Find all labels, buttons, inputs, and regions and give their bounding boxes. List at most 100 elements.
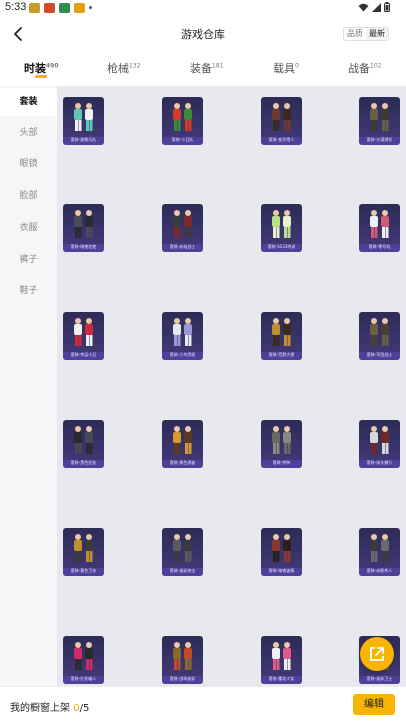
status-bar: 5:33 bbox=[0, 0, 406, 16]
outfit-thumbnail-icon bbox=[74, 210, 93, 238]
outfit-name: 套装-黄色卫衣 bbox=[70, 568, 97, 573]
outfit-card[interactable]: 套装-荒野大镖 bbox=[261, 312, 302, 360]
outfit-thumbnail-icon bbox=[173, 103, 192, 131]
tab-label: 枪械 bbox=[107, 62, 129, 75]
edit-button[interactable]: 编辑 bbox=[353, 694, 395, 715]
outfit-name: 套装-暗夜信使 bbox=[70, 244, 97, 249]
showcase-status: 我的橱窗上架 0/5 bbox=[10, 699, 89, 714]
sidebar-item-glasses[interactable]: 眼镜 bbox=[0, 150, 57, 178]
sort-toggle[interactable]: 品质 最新 bbox=[343, 27, 389, 41]
outfit-card[interactable]: 套装-赤影杀人 bbox=[359, 528, 400, 576]
tab-fashion[interactable]: 时装490 bbox=[24, 60, 59, 76]
app-notification-icon bbox=[74, 3, 85, 13]
tab-firearms[interactable]: 枪械132 bbox=[107, 60, 140, 76]
sidebar-item-clothes[interactable]: 衣服 bbox=[0, 214, 57, 242]
top-app-bar: 游戏仓库 品质 最新 bbox=[0, 18, 406, 50]
outfit-thumbnail-icon bbox=[173, 426, 192, 454]
tab-count: 490 bbox=[46, 62, 59, 70]
sort-option-newest[interactable]: 最新 bbox=[366, 28, 388, 40]
app-notification-icon bbox=[44, 3, 55, 13]
outfit-name: 套装-战场迷彩 bbox=[169, 676, 196, 681]
tab-count: 0 bbox=[295, 62, 299, 70]
tab-count: 181 bbox=[212, 62, 224, 70]
outfit-card[interactable]: 套装-特种 bbox=[261, 420, 302, 468]
outfit-thumbnail-icon bbox=[74, 426, 93, 454]
showcase-max-count: 5 bbox=[82, 703, 90, 714]
outfit-card[interactable]: 套装-零号机 bbox=[359, 204, 400, 252]
outfit-thumbnail-icon bbox=[272, 534, 291, 562]
outfit-thumbnail-icon bbox=[370, 534, 389, 562]
tab-label: 装备 bbox=[190, 62, 212, 75]
outfit-card[interactable]: 套装-黑色狂徒 bbox=[63, 420, 104, 468]
outfit-name: 套装-小丑队 bbox=[171, 137, 194, 142]
tab-label: 战备 bbox=[348, 62, 370, 75]
outfit-card[interactable]: 套装-小丑队 bbox=[162, 97, 203, 145]
outfit-name: 套装-暗夜迷情 bbox=[268, 568, 295, 573]
showcase-footer: 我的橱窗上架 0/5 编辑 bbox=[0, 686, 406, 722]
app-screen: 5:33 游戏仓库 品质 最新 时装490 枪械132 装备181 载具0 战备… bbox=[0, 0, 406, 722]
outfit-name: 套装-沙漠潜伏 bbox=[366, 137, 393, 142]
outfit-thumbnail-icon bbox=[272, 103, 291, 131]
tab-vehicles[interactable]: 载具0 bbox=[273, 60, 299, 76]
share-fab-button[interactable] bbox=[360, 637, 394, 671]
outfit-card[interactable]: 套装-暗夜信使 bbox=[63, 204, 104, 252]
sidebar-item-pants[interactable]: 裤子 bbox=[0, 246, 57, 274]
outfit-name: 套装-幸运小丑 bbox=[70, 352, 97, 357]
outfit-thumbnail-icon bbox=[272, 210, 291, 238]
outfit-card[interactable]: 套装-赤焰战士 bbox=[162, 204, 203, 252]
showcase-label: 我的橱窗上架 bbox=[10, 703, 74, 714]
tab-label: 时装 bbox=[24, 62, 46, 75]
outfit-card[interactable]: 套装-变异猎人 bbox=[261, 97, 302, 145]
outfit-name: 套装-变异猎人 bbox=[268, 137, 295, 142]
outfit-card[interactable]: 套装-黄色卫衣 bbox=[63, 528, 104, 576]
outfit-card[interactable]: 套装-军团战士 bbox=[359, 312, 400, 360]
more-notifications-dot-icon bbox=[89, 6, 92, 9]
outfit-name: 套装-小鸟伊丽 bbox=[169, 352, 196, 357]
outfit-thumbnail-icon bbox=[74, 103, 93, 131]
outfit-card[interactable]: 套装-小鸟伊丽 bbox=[162, 312, 203, 360]
subcategory-sidebar: 套装 头部 眼镜 脸部 衣服 裤子 鞋子 bbox=[0, 86, 57, 686]
outfit-thumbnail-icon bbox=[370, 318, 389, 346]
outfit-card[interactable]: 套装-樱花少女 bbox=[261, 636, 302, 684]
category-tabs: 时装490 枪械132 装备181 载具0 战备102 bbox=[0, 56, 406, 84]
outfit-name: 套装-甜蜜乐队 bbox=[70, 137, 97, 142]
outfit-card[interactable]: 套装-战场迷彩 bbox=[162, 636, 203, 684]
outfit-name: 套装-SS33特训 bbox=[267, 244, 296, 249]
tab-combat-supplies[interactable]: 战备102 bbox=[348, 60, 381, 76]
tab-equipment[interactable]: 装备181 bbox=[190, 60, 223, 76]
outfit-name: 套装-迷彩卫士 bbox=[366, 676, 393, 681]
outfit-thumbnail-icon bbox=[173, 534, 192, 562]
sidebar-item-outfit[interactable]: 套装 bbox=[0, 88, 57, 116]
tab-count: 102 bbox=[370, 62, 382, 70]
outfit-thumbnail-icon bbox=[272, 642, 291, 670]
outfit-name: 套装-赤影杀人 bbox=[366, 568, 393, 573]
outfit-card[interactable]: 套装-暗夜迷情 bbox=[261, 528, 302, 576]
tab-label: 载具 bbox=[273, 62, 295, 75]
outfit-thumbnail-icon bbox=[272, 318, 291, 346]
outfit-name: 套装-特种 bbox=[272, 460, 291, 465]
outfit-card[interactable]: 套装-幸运小丑 bbox=[63, 312, 104, 360]
outfit-card[interactable]: 套装-沙漠潜伏 bbox=[359, 97, 400, 145]
sidebar-item-head[interactable]: 头部 bbox=[0, 119, 57, 147]
outfit-card[interactable]: 套装-街头霸行 bbox=[359, 420, 400, 468]
outfit-card[interactable]: 套装-红花幽人 bbox=[63, 636, 104, 684]
outfit-card[interactable]: 套装-甜蜜乐队 bbox=[63, 97, 104, 145]
outfit-card[interactable]: 套装-SS33特训 bbox=[261, 204, 302, 252]
outfit-name: 套装-零号机 bbox=[368, 244, 391, 249]
signal-icon bbox=[372, 2, 381, 12]
active-tab-indicator bbox=[35, 75, 47, 78]
outfit-card[interactable]: 套装-黄色潜者 bbox=[162, 420, 203, 468]
outfit-name: 套装-樱花少女 bbox=[268, 676, 295, 681]
sidebar-item-shoes[interactable]: 鞋子 bbox=[0, 277, 57, 305]
wifi-icon bbox=[358, 3, 369, 11]
share-export-icon bbox=[370, 647, 384, 661]
item-grid: 套装-甜蜜乐队 套装-小丑队 套装-变异猎人 套装-沙漠潜伏套装-暗夜信使 套装-赤焰战… bbox=[57, 86, 406, 686]
sidebar-item-face[interactable]: 脸部 bbox=[0, 182, 57, 210]
outfit-thumbnail-icon bbox=[74, 534, 93, 562]
outfit-thumbnail-icon bbox=[370, 103, 389, 131]
outfit-card[interactable]: 套装-迷彩突击 bbox=[162, 528, 203, 576]
outfit-name: 套装-赤焰战士 bbox=[169, 244, 196, 249]
sort-option-quality[interactable]: 品质 bbox=[344, 28, 366, 40]
outfit-name: 套装-红花幽人 bbox=[70, 676, 97, 681]
outfit-thumbnail-icon bbox=[370, 426, 389, 454]
